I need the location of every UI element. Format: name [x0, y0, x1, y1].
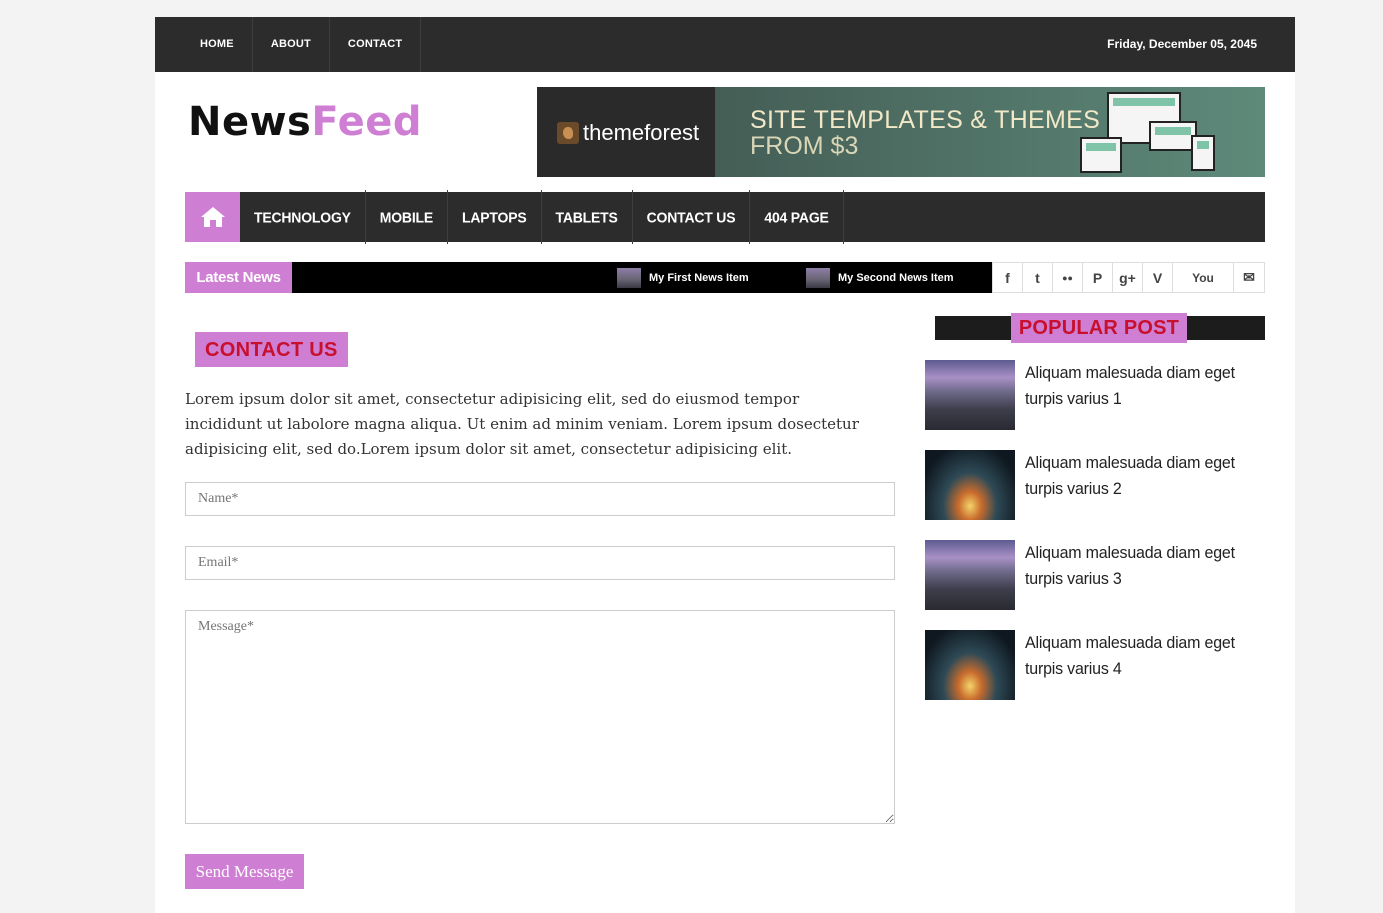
facebook-icon[interactable]: f [993, 263, 1023, 292]
ticker-thumbnail [806, 267, 830, 288]
mail-icon[interactable]: ✉ [1234, 263, 1264, 292]
home-icon [200, 207, 225, 227]
ticker-label: Latest News [185, 262, 292, 293]
nav-tablets[interactable]: TABLETS [542, 190, 633, 244]
page-title: CONTACT US [195, 332, 348, 367]
nav-laptops[interactable]: LAPTOPS [448, 190, 542, 244]
tablet-illustration [1149, 121, 1197, 151]
banner-price: FROM $3 [750, 132, 859, 160]
ticker-item-text: My First News Item [649, 271, 749, 284]
ticker-thumbnail [617, 267, 641, 288]
ticker-item[interactable]: My First News Item [617, 262, 749, 293]
banner-brand-text: themeforest [583, 120, 700, 145]
send-message-button[interactable]: Send Message [185, 854, 304, 889]
news-ticker: Latest News My First News Item My Second… [185, 262, 1265, 293]
page: HOME ABOUT CONTACT Friday, December 05, … [155, 17, 1295, 913]
twitter-icon[interactable]: t [1023, 263, 1053, 292]
main-nav: TECHNOLOGY MOBILE LAPTOPS TABLETS CONTAC… [185, 190, 1265, 244]
nav-contact-us[interactable]: CONTACT US [633, 190, 751, 244]
ticker-item[interactable]: My Second News Item [806, 262, 954, 293]
logo-part-news: News [188, 99, 312, 145]
nav-home-button[interactable] [185, 192, 240, 242]
popular-post-item[interactable]: Aliquam malesuada diam eget turpis variu… [925, 630, 1265, 700]
popular-post-item[interactable]: Aliquam malesuada diam eget turpis variu… [925, 540, 1265, 610]
popular-post-title: POPULAR POST [1011, 313, 1187, 343]
phone-illustration [1191, 135, 1215, 171]
post-thumbnail[interactable] [925, 360, 1015, 430]
ad-banner[interactable]: themeforest SITE TEMPLATES & THEMES FROM… [537, 87, 1265, 177]
top-nav: HOME ABOUT CONTACT [182, 17, 422, 72]
email-field[interactable] [185, 546, 895, 580]
flickr-icon[interactable]: ●● [1053, 263, 1083, 292]
name-field[interactable] [185, 482, 895, 516]
post-title[interactable]: Aliquam malesuada diam eget turpis variu… [1025, 450, 1265, 503]
post-title[interactable]: Aliquam malesuada diam eget turpis variu… [1025, 630, 1265, 683]
popular-post-item[interactable]: Aliquam malesuada diam eget turpis variu… [925, 450, 1265, 520]
popular-post-item[interactable]: Aliquam malesuada diam eget turpis variu… [925, 360, 1265, 430]
youtube-icon[interactable]: You [1173, 263, 1234, 292]
social-icons: f t ●● P g+ V You ✉ [992, 262, 1265, 293]
top-nav-contact[interactable]: CONTACT [330, 17, 422, 72]
logo-part-feed: Feed [311, 99, 422, 145]
top-nav-about[interactable]: ABOUT [253, 17, 330, 72]
pinterest-icon[interactable]: P [1083, 263, 1113, 292]
post-thumbnail[interactable] [925, 630, 1015, 700]
nav-mobile[interactable]: MOBILE [366, 190, 449, 244]
site-logo[interactable]: NewsFeed [188, 99, 422, 145]
nav-technology[interactable]: TECHNOLOGY [240, 190, 366, 244]
post-title[interactable]: Aliquam malesuada diam eget turpis variu… [1025, 540, 1265, 593]
google-plus-icon[interactable]: g+ [1113, 263, 1143, 292]
banner-brand: themeforest [557, 120, 699, 146]
ticker-item-text: My Second News Item [838, 271, 954, 284]
laptop-illustration [1080, 137, 1122, 173]
current-date: Friday, December 05, 2045 [1107, 37, 1257, 51]
top-nav-home[interactable]: HOME [182, 17, 253, 72]
vimeo-icon[interactable]: V [1143, 263, 1173, 292]
nav-404-page[interactable]: 404 PAGE [750, 190, 844, 244]
post-thumbnail[interactable] [925, 450, 1015, 520]
banner-headline: SITE TEMPLATES & THEMES [750, 106, 1101, 134]
post-thumbnail[interactable] [925, 540, 1015, 610]
top-bar: HOME ABOUT CONTACT Friday, December 05, … [155, 17, 1295, 72]
themeforest-leaf-icon [557, 122, 579, 144]
contact-intro-text: Lorem ipsum dolor sit amet, consectetur … [185, 390, 859, 458]
post-title[interactable]: Aliquam malesuada diam eget turpis variu… [1025, 360, 1265, 413]
message-field[interactable] [185, 610, 895, 824]
